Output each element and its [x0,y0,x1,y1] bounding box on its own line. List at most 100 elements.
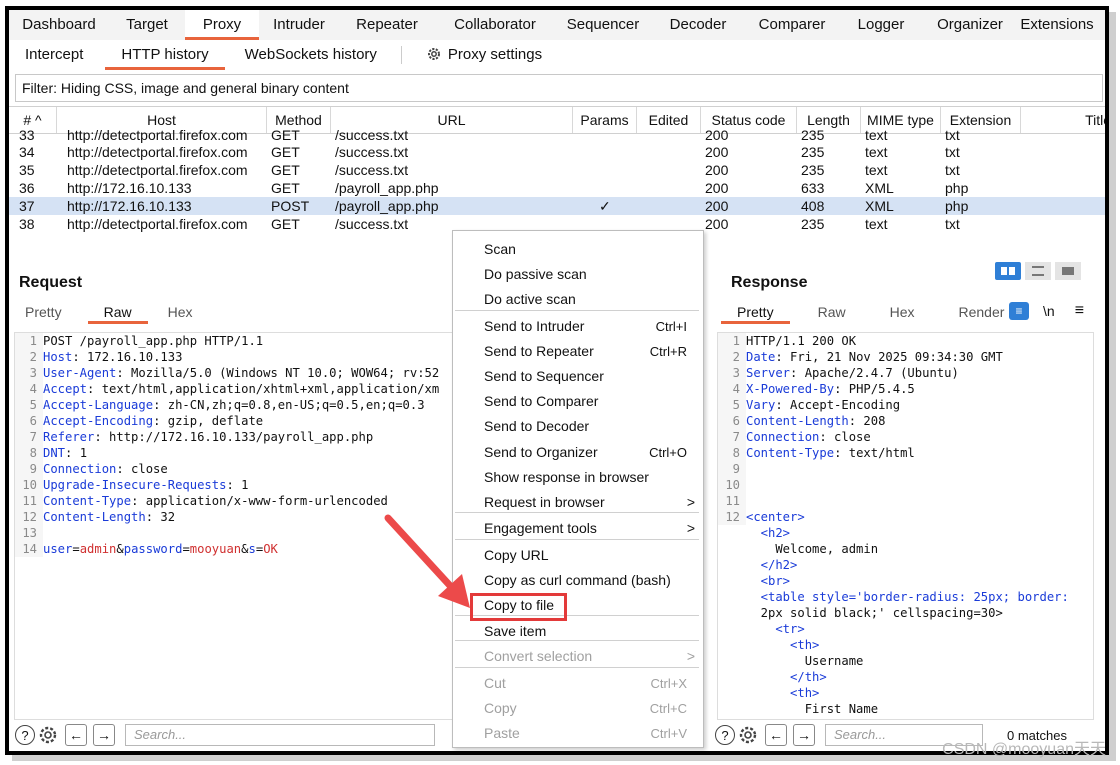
line-number: 10 [718,477,746,493]
side-by-side-layout-icon[interactable] [995,262,1021,280]
table-row[interactable]: 36 http://172.16.10.133 GET/payroll_app.ph… [9,179,1105,197]
line-text: : 1 [226,478,249,492]
table-row[interactable]: 33 http://detectportal.firefox.com GET/suc… [9,126,1105,144]
back-arrow-icon[interactable]: ← [65,724,87,746]
tab-decoder[interactable]: Decoder [651,10,745,40]
request-search-input[interactable]: Search... [125,724,435,746]
tab-pretty[interactable]: Pretty [9,300,78,324]
menu-item-show-response-in-browser[interactable]: Show response in browser [453,465,701,490]
tab-collaborator[interactable]: Collaborator [435,10,555,40]
menu-item-do-passive-scan[interactable]: Do passive scan [453,262,701,287]
proxy-subtab-bar: Intercept HTTP history WebSockets histor… [9,40,1105,70]
param-value: mooyuan [189,542,242,556]
tab-dashboard[interactable]: Dashboard [9,10,109,40]
menu-item-send-to-decoder[interactable]: Send to Decoder [453,414,701,439]
code-line: <br> [718,573,1093,589]
back-arrow-icon[interactable]: ← [765,724,787,746]
cell-host: http://detectportal.firefox.com [67,144,248,160]
menu-item-engagement-tools[interactable]: Engagement tools > [453,516,701,541]
line-number: 3 [15,365,43,381]
menu-item-send-to-comparer[interactable]: Send to Comparer [453,389,701,414]
header-name: DNT [43,446,66,460]
newline-icon[interactable]: \n [1043,303,1055,319]
wrap-lines-icon[interactable]: ≡ [1009,302,1029,320]
menu-item-label: Show response in browser [484,469,649,485]
menu-item-label: Send to Decoder [484,418,590,434]
code-line: 4 Accept: text/html,application/xhtml+xml… [15,381,456,397]
header-name: Content-Type [746,446,835,460]
settings-gear-icon[interactable] [37,724,59,746]
line-number: 11 [15,493,43,509]
header-name: User-Agent [43,366,117,380]
line-text: Welcome, admin [746,542,879,556]
table-row[interactable]: 35 http://detectportal.firefox.com GET/suc… [9,161,1105,179]
code-line: </th> [718,669,1093,685]
tab-pretty[interactable]: Pretty [721,300,790,324]
menu-item-label: Scan [484,241,516,257]
tab-intruder[interactable]: Intruder [259,10,339,40]
menu-item-save-item[interactable]: Save item [453,619,701,644]
menu-item-send-to-sequencer[interactable]: Send to Sequencer [453,364,701,389]
forward-arrow-icon[interactable]: → [93,724,115,746]
menu-item-send-to-intruder[interactable]: Send to Intruder Ctrl+I [453,314,701,339]
tab-hex[interactable]: Hex [152,300,209,324]
tab-hex[interactable]: Hex [874,300,931,324]
tab-sequencer[interactable]: Sequencer [555,10,651,40]
code-line: First Name [718,701,1093,717]
cell-url: /payroll_app.php [335,198,439,214]
tab-raw[interactable]: Raw [87,300,148,324]
tab-raw[interactable]: Raw [802,300,862,324]
tabbed-layout-icon[interactable] [1055,262,1081,280]
stacked-layout-icon[interactable] [1025,262,1051,280]
forward-arrow-icon[interactable]: → [793,724,815,746]
code-line: 4 X-Powered-By: PHP/5.4.5 [718,381,1093,397]
tab-websockets-history[interactable]: WebSockets history [229,40,393,70]
menu-icon[interactable]: ≡ [1075,302,1084,320]
line-text: : Accept-Encoding [775,398,901,412]
tab-organizer[interactable]: Organizer [923,10,1017,40]
menu-item-send-to-organizer[interactable]: Send to Organizer Ctrl+O [453,440,701,465]
tab-intercept[interactable]: Intercept [9,40,99,70]
tab-http-history[interactable]: HTTP history [105,40,225,70]
settings-gear-icon[interactable] [737,724,759,746]
code-line: 2px solid black;' cellspacing=30> [718,605,1093,621]
tab-extensions[interactable]: Extensions [1017,10,1097,40]
menu-item-copy-url[interactable]: Copy URL [453,543,701,568]
cell-length: 235 [801,127,825,143]
menu-item-copy-as-curl-command-bash[interactable]: Copy as curl command (bash) [453,568,701,593]
line-text: POST /payroll_app.php HTTP/1.1 [43,334,264,348]
table-row[interactable]: 34 http://detectportal.firefox.com GET/suc… [9,143,1105,161]
cell-ext: php [945,180,969,196]
proxy-settings-button[interactable]: Proxy settings [410,40,558,70]
tab-logger[interactable]: Logger [839,10,923,40]
help-icon[interactable]: ? [15,725,35,745]
cell-method: GET [271,216,300,232]
code-line: 2 Host: 172.16.10.133 [15,349,456,365]
submenu-chevron-icon: > [686,520,695,536]
code-line: 3 Server: Apache/2.4.7 (Ubuntu) [718,365,1093,381]
filter-bar[interactable]: Filter: Hiding CSS, image and general bi… [15,74,1103,102]
submenu-chevron-icon: > [686,648,695,664]
tab-repeater[interactable]: Repeater [339,10,435,40]
menu-item-label: Copy [484,700,517,716]
menu-item-label: Paste [484,725,520,741]
header-name: Upgrade-Insecure-Requests [43,478,227,492]
menu-item-send-to-repeater[interactable]: Send to Repeater Ctrl+R [453,339,701,364]
cell-length: 408 [801,198,825,214]
separator: & [116,542,124,556]
menu-item-shortcut: Ctrl+V [650,726,687,741]
help-icon[interactable]: ? [715,725,735,745]
menu-item-do-active-scan[interactable]: Do active scan [453,287,701,312]
tab-target[interactable]: Target [109,10,185,40]
tab-comparer[interactable]: Comparer [745,10,839,40]
top-tab-bar: Dashboard Target Proxy Intruder Repeater Coll… [9,10,1105,41]
cell-length: 633 [801,180,825,196]
tab-proxy[interactable]: Proxy [185,10,259,40]
line-number: 1 [15,333,43,349]
code-line: 8 DNT: 1 [15,445,456,461]
menu-item-scan[interactable]: Scan [453,237,701,262]
response-editor[interactable]: 1 HTTP/1.1 200 OK 2 Date: Fri, 21 Nov 2025 … [717,332,1094,720]
cell-method: POST [271,198,310,214]
table-row[interactable]: 37 http://172.16.10.133 POST/payroll_app.p… [9,197,1105,215]
menu-item-request-in-browser[interactable]: Request in browser > [453,490,701,515]
